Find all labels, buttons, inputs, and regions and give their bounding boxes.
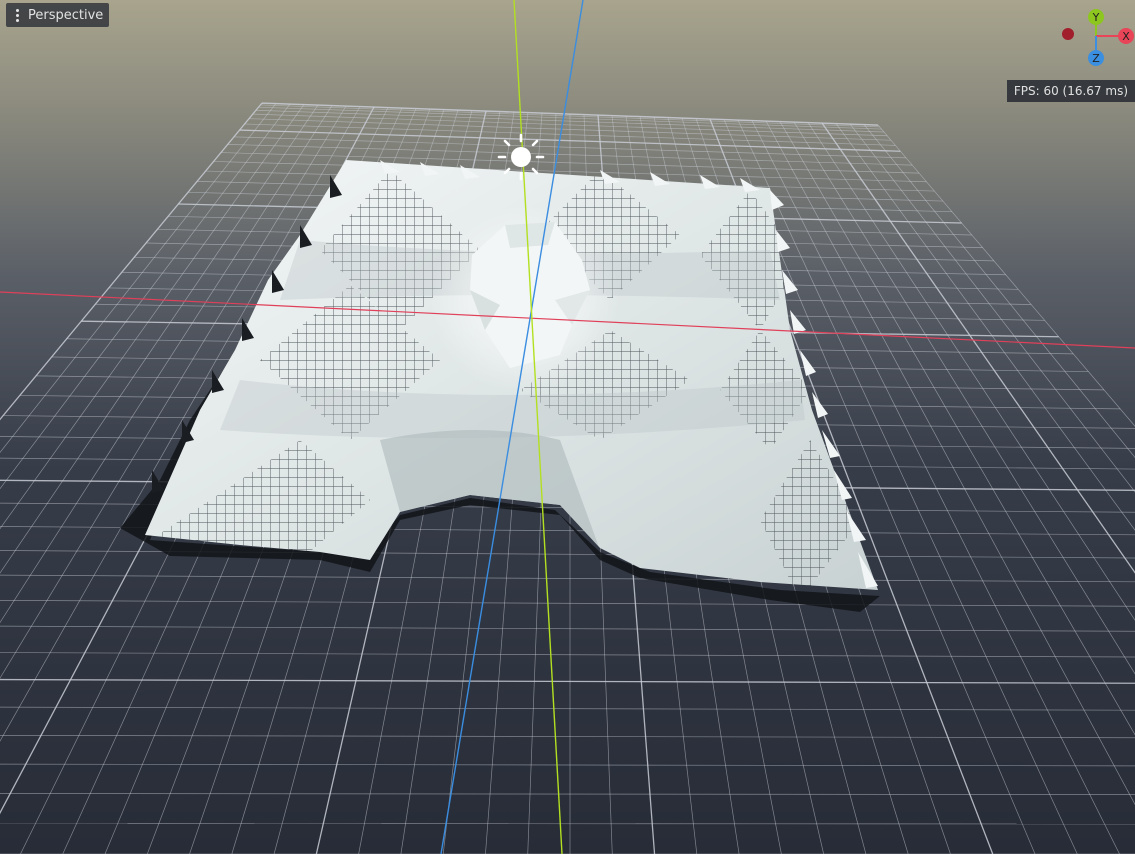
- kebab-menu-icon: [16, 8, 20, 22]
- gizmo-neg-x-icon: [1062, 28, 1074, 40]
- light-icon: [497, 133, 545, 181]
- scene-render: [0, 0, 1135, 854]
- 3d-viewport[interactable]: Perspective Y X Z FPS: 60 (16.67 ms): [0, 0, 1135, 854]
- fps-counter: FPS: 60 (16.67 ms): [1006, 80, 1135, 102]
- view-mode-label: Perspective: [28, 7, 104, 23]
- gizmo-y-label: Y: [1092, 11, 1100, 24]
- gizmo-x-label: X: [1122, 30, 1130, 43]
- orientation-gizmo[interactable]: Y X Z: [1058, 6, 1135, 68]
- gizmo-z-label: Z: [1092, 52, 1100, 65]
- view-menu-button[interactable]: Perspective: [6, 3, 110, 27]
